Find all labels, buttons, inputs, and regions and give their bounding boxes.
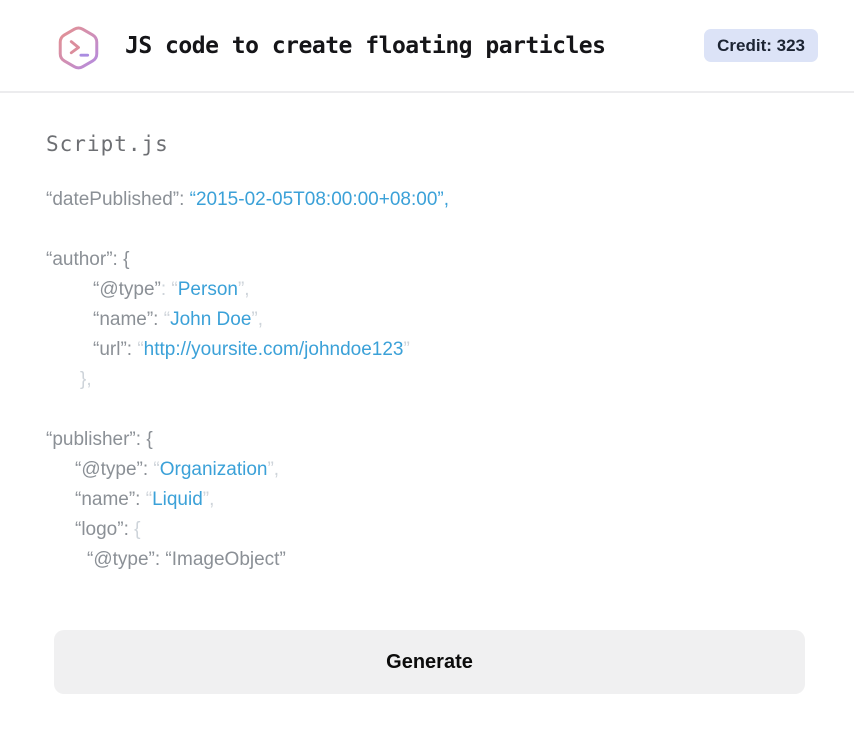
code-line: }, [80,369,92,390]
filename-label: Script.js [46,132,169,156]
code-line: “@type”: “Person”, [93,279,250,300]
terminal-logo-icon [55,21,102,71]
header: JS code to create floating particles Cre… [0,0,854,93]
code-block: “datePublished”: “2015-02-05T08:00:00+08… [46,185,805,575]
code-line: “author”: { [46,249,130,270]
code-line: “datePublished”: “2015-02-05T08:00:00+08… [46,189,449,210]
code-line: “name”: “Liquid”, [75,489,215,510]
generate-button[interactable]: Generate [54,630,805,694]
code-line: “@type”: “Organization”, [75,459,280,480]
page-title: JS code to create floating particles [125,32,606,59]
code-line: “name”: “John Doe”, [93,309,264,330]
code-line: “publisher”: { [46,429,153,450]
code-line: “logo”: { [75,519,141,540]
main-content: Script.js “datePublished”: “2015-02-05T0… [0,93,854,694]
credit-badge: Credit: 323 [704,29,818,62]
app-window: JS code to create floating particles Cre… [0,0,854,748]
code-line: “url”: “http://yoursite.com/johndoe123” [93,339,410,360]
code-line: “@type”: “ImageObject” [87,549,286,570]
